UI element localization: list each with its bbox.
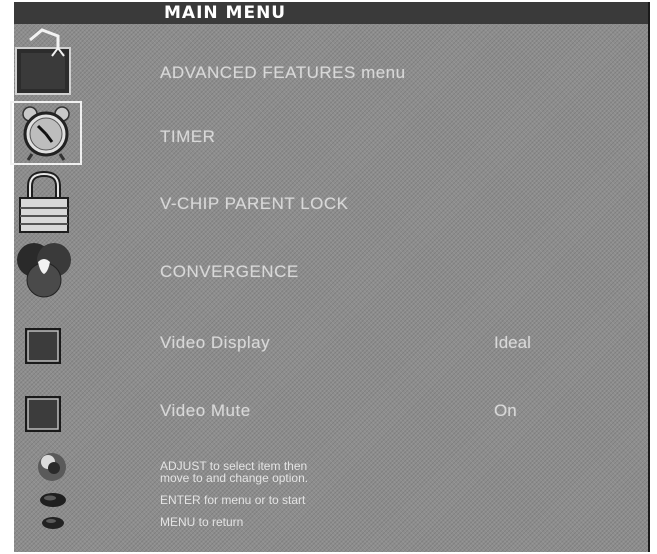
video-mute-square-icon[interactable] <box>23 394 63 434</box>
menu-title: MAIN MENU <box>164 3 287 23</box>
convergence-icon[interactable] <box>14 238 74 304</box>
menu-item-video-display[interactable]: Video Display <box>160 333 270 353</box>
menu-item-timer[interactable]: TIMER <box>160 127 215 147</box>
video-mute-value[interactable]: On <box>494 401 517 421</box>
advanced-features-icon[interactable] <box>12 26 78 98</box>
menu-item-video-mute[interactable]: Video Mute <box>160 401 251 421</box>
help-adjust-line2: move to and change option. <box>160 471 309 485</box>
menu-button-icon <box>42 517 64 529</box>
screen-edge <box>648 2 650 552</box>
title-bar: MAIN MENU <box>14 2 648 24</box>
menu-item-advanced-features[interactable]: ADVANCED FEATURES menu <box>160 63 406 83</box>
enter-button-icon <box>40 493 66 507</box>
clock-icon[interactable] <box>16 104 76 162</box>
video-display-square-icon[interactable] <box>23 326 63 366</box>
lock-icon[interactable] <box>14 170 74 236</box>
menu-item-vchip-parent-lock[interactable]: V-CHIP PARENT LOCK <box>160 194 349 214</box>
video-display-value[interactable]: Ideal <box>494 333 531 353</box>
adjust-joystick-icon <box>38 453 66 481</box>
help-enter: ENTER for menu or to start <box>160 493 306 507</box>
menu-item-convergence[interactable]: CONVERGENCE <box>160 262 299 282</box>
help-menu: MENU to return <box>160 515 244 529</box>
tv-screen <box>14 2 650 552</box>
